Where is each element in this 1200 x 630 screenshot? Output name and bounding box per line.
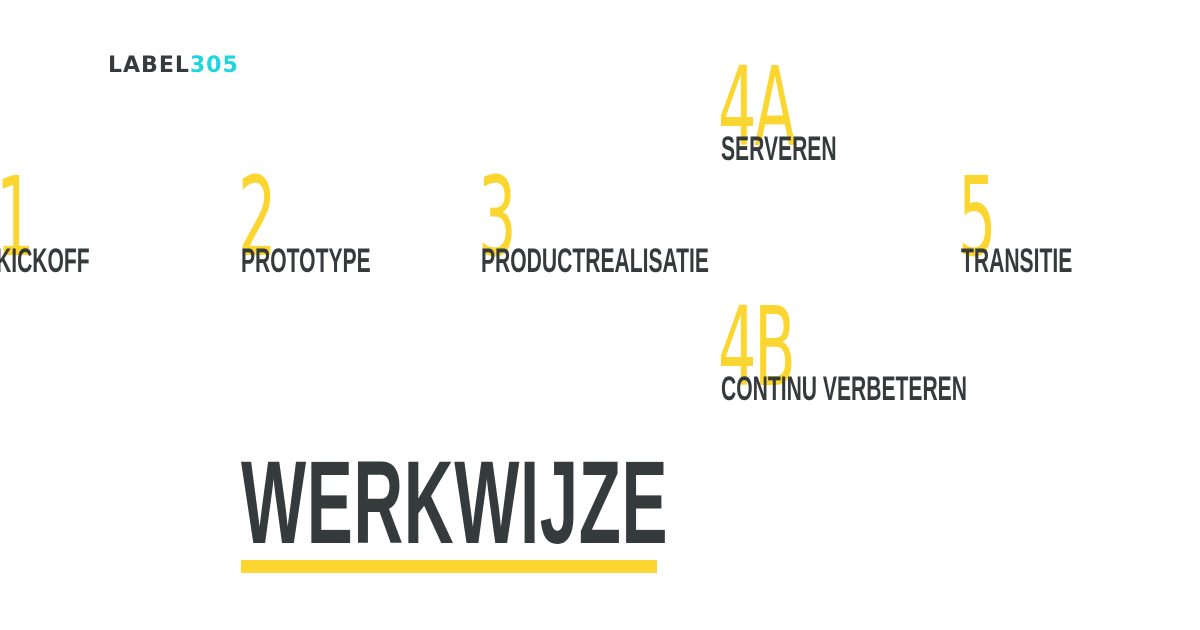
page-title-block: WERKWIJZE: [241, 437, 669, 573]
step-label: SERVEREN: [721, 130, 837, 168]
step-label: KICKOFF: [0, 242, 90, 280]
step-label: CONTINU VERBETEREN: [721, 370, 967, 408]
step-transitie: 5 TRANSITIE: [958, 162, 1200, 302]
logo-number: 305: [189, 53, 239, 78]
label305-logo: LABEL305: [108, 54, 239, 78]
logo-word: LABEL: [108, 53, 190, 78]
step-label: TRANSITIE: [961, 242, 1073, 280]
step-serveren: 4A SERVEREN: [718, 52, 978, 192]
page-title: WERKWIJZE: [241, 437, 669, 569]
step-prototype: 2 PROTOTYPE: [238, 162, 498, 302]
step-productrealisatie: 3 PRODUCTREALISATIE: [478, 162, 738, 302]
step-continu-verbeteren: 4B CONTINU VERBETEREN: [718, 292, 978, 432]
step-label: PROTOTYPE: [241, 242, 371, 280]
title-underline: [241, 560, 657, 573]
step-label: PRODUCTREALISATIE: [481, 242, 709, 280]
step-kickoff: 1 KICKOFF: [0, 162, 256, 302]
